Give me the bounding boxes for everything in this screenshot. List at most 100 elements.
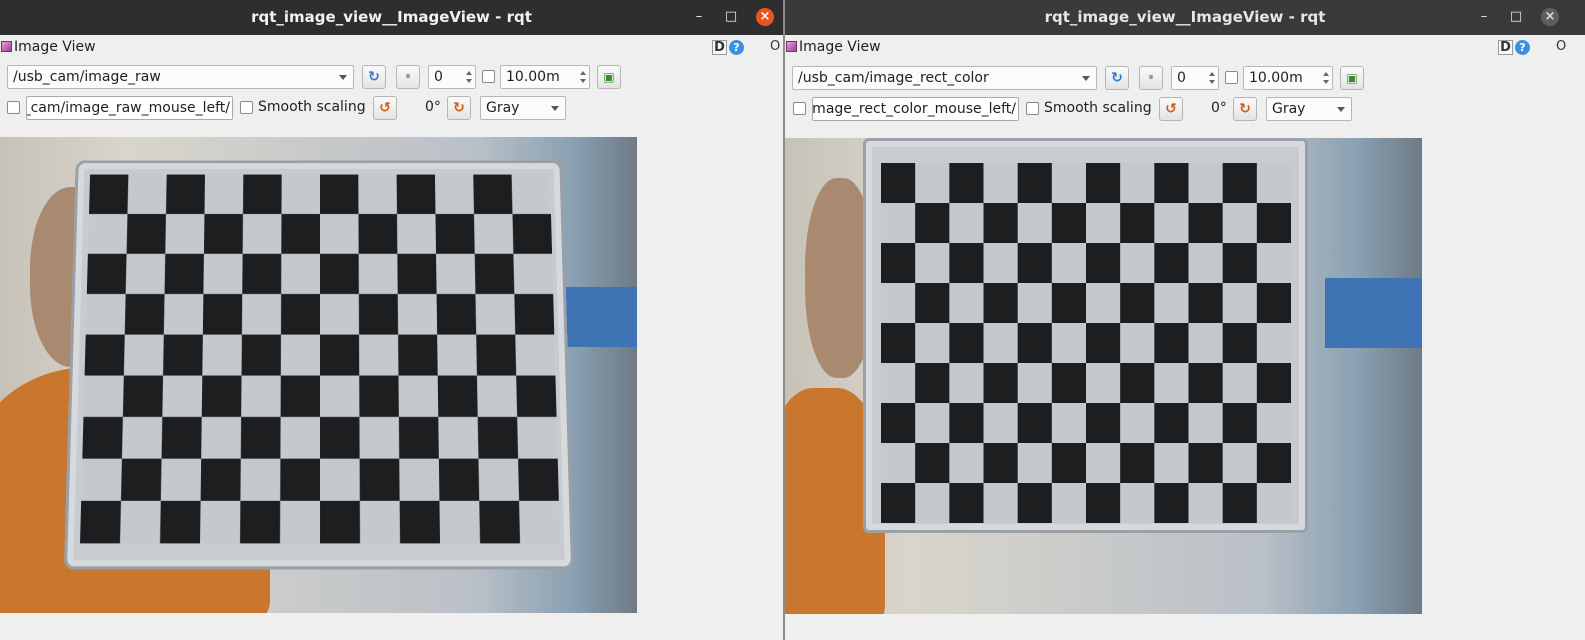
board-square <box>436 294 477 335</box>
board-square <box>1120 283 1155 323</box>
refresh-topics-button[interactable]: ↻ <box>362 65 386 89</box>
board-square <box>126 214 166 254</box>
board-square <box>435 214 475 254</box>
publish-click-checkbox[interactable] <box>7 101 20 114</box>
image-display[interactable] <box>785 138 1422 614</box>
topic-value: /usb_cam/image_raw <box>13 69 161 85</box>
title-bar[interactable]: rqt_image_view__ImageView - rqt – □ × <box>0 0 783 35</box>
spin-up-icon[interactable] <box>580 71 586 75</box>
maximize-icon[interactable]: □ <box>1507 8 1525 26</box>
rotate-right-button[interactable]: ↻ <box>1233 97 1257 121</box>
minimize-icon[interactable]: – <box>690 8 708 26</box>
board-square <box>397 335 439 375</box>
refresh-topics-button[interactable]: ↻ <box>1105 66 1129 90</box>
max-range-spinbox[interactable]: 10.00m <box>500 65 590 89</box>
board-square <box>915 363 950 403</box>
color-scheme-combo[interactable]: Gray <box>1266 97 1352 121</box>
board-square <box>280 458 321 501</box>
board-square <box>983 203 1018 243</box>
board-square <box>320 500 361 544</box>
save-image-button[interactable]: ▣ <box>1340 66 1364 90</box>
spin-up-icon[interactable] <box>1209 72 1215 76</box>
dock-button[interactable]: D <box>1498 40 1513 55</box>
board-square <box>1222 163 1257 203</box>
board-square <box>1222 403 1257 443</box>
checkerboard-frame <box>63 160 575 570</box>
dynamic-range-checkbox[interactable] <box>1225 71 1238 84</box>
board-square <box>240 416 281 459</box>
board-square <box>518 458 559 501</box>
spin-up-icon[interactable] <box>1323 72 1329 76</box>
window-title: rqt_image_view__ImageView - rqt <box>1044 8 1326 26</box>
depth-min-spinbox[interactable]: 0 <box>428 65 476 89</box>
title-bar[interactable]: rqt_image_view__ImageView - rqt – □ × <box>785 0 1585 35</box>
rotate-left-button[interactable]: ↺ <box>1159 97 1183 121</box>
board-square <box>320 416 360 459</box>
spin-down-icon[interactable] <box>1323 80 1329 84</box>
help-icon[interactable]: ? <box>729 40 744 55</box>
spin-up-icon[interactable] <box>466 71 472 75</box>
close-icon[interactable]: × <box>1541 8 1559 26</box>
minimize-icon[interactable]: – <box>1475 8 1493 26</box>
rotation-label: 0° <box>425 99 441 115</box>
board-square <box>1017 483 1052 523</box>
board-square <box>1017 163 1052 203</box>
board-square <box>983 283 1018 323</box>
board-square <box>1086 403 1121 443</box>
max-range-value: 10.00m <box>1249 70 1303 86</box>
spin-down-icon[interactable] <box>1209 80 1215 84</box>
smooth-scaling-checkbox[interactable] <box>240 101 253 114</box>
board-square <box>1086 243 1121 283</box>
board-square <box>86 253 127 295</box>
board-square <box>203 214 243 254</box>
board-square <box>516 375 557 417</box>
board-square <box>473 174 513 215</box>
rotate-left-button[interactable]: ↺ <box>373 96 397 120</box>
publish-click-checkbox[interactable] <box>793 102 806 115</box>
close-icon[interactable]: × <box>756 8 774 26</box>
board-square <box>1256 283 1291 323</box>
board-square <box>242 174 282 215</box>
mouse-topic-field[interactable]: /usb_cam/image_rect_color_mouse_left <box>812 97 1019 121</box>
maximize-icon[interactable]: □ <box>722 8 740 26</box>
board-square <box>512 214 553 254</box>
dynamic-range-checkbox[interactable] <box>482 70 495 83</box>
spin-down-icon[interactable] <box>466 79 472 83</box>
color-scheme-combo[interactable]: Gray <box>480 96 566 120</box>
board-square <box>358 294 399 335</box>
options-button[interactable]: O <box>1556 39 1566 54</box>
rqt-window-right: rqt_image_view__ImageView - rqt – □ × Im… <box>785 0 1585 640</box>
board-square <box>881 163 916 203</box>
mouse-topic-field[interactable]: /usb_cam/image_raw_mouse_left <box>26 96 233 120</box>
pause-icon: ⏸ <box>405 71 411 82</box>
board-square <box>241 335 282 375</box>
rotate-right-button[interactable]: ↻ <box>447 96 471 120</box>
board-square <box>474 253 515 295</box>
board-square <box>438 458 480 501</box>
board-square <box>915 283 950 323</box>
board-square <box>881 403 916 443</box>
dock-button[interactable]: D <box>712 40 727 55</box>
spin-down-icon[interactable] <box>580 79 586 83</box>
board-square <box>881 323 916 363</box>
topic-combo[interactable]: /usb_cam/image_rect_color <box>792 66 1097 90</box>
max-range-spinbox[interactable]: 10.00m <box>1243 66 1333 90</box>
save-image-icon: ▣ <box>1346 71 1358 85</box>
mouse-topic-value: /usb_cam/image_rect_color_mouse_left <box>812 101 1016 117</box>
pause-button[interactable]: ⏸ <box>1139 66 1163 90</box>
options-button[interactable]: O <box>770 39 780 54</box>
board-square <box>160 500 201 544</box>
depth-min-spinbox[interactable]: 0 <box>1171 66 1219 90</box>
topic-combo[interactable]: /usb_cam/image_raw <box>7 65 354 89</box>
plugin-header: Image View D ? O <box>0 37 783 59</box>
image-display[interactable] <box>0 137 637 613</box>
board-square <box>949 243 984 283</box>
pause-button[interactable]: ⏸ <box>396 65 420 89</box>
save-image-button[interactable]: ▣ <box>597 65 621 89</box>
smooth-scaling-checkbox[interactable] <box>1026 102 1039 115</box>
board-square <box>477 416 519 459</box>
board-square <box>1154 323 1189 363</box>
help-icon[interactable]: ? <box>1515 40 1530 55</box>
board-square <box>1120 443 1155 483</box>
board-square <box>1188 283 1223 323</box>
